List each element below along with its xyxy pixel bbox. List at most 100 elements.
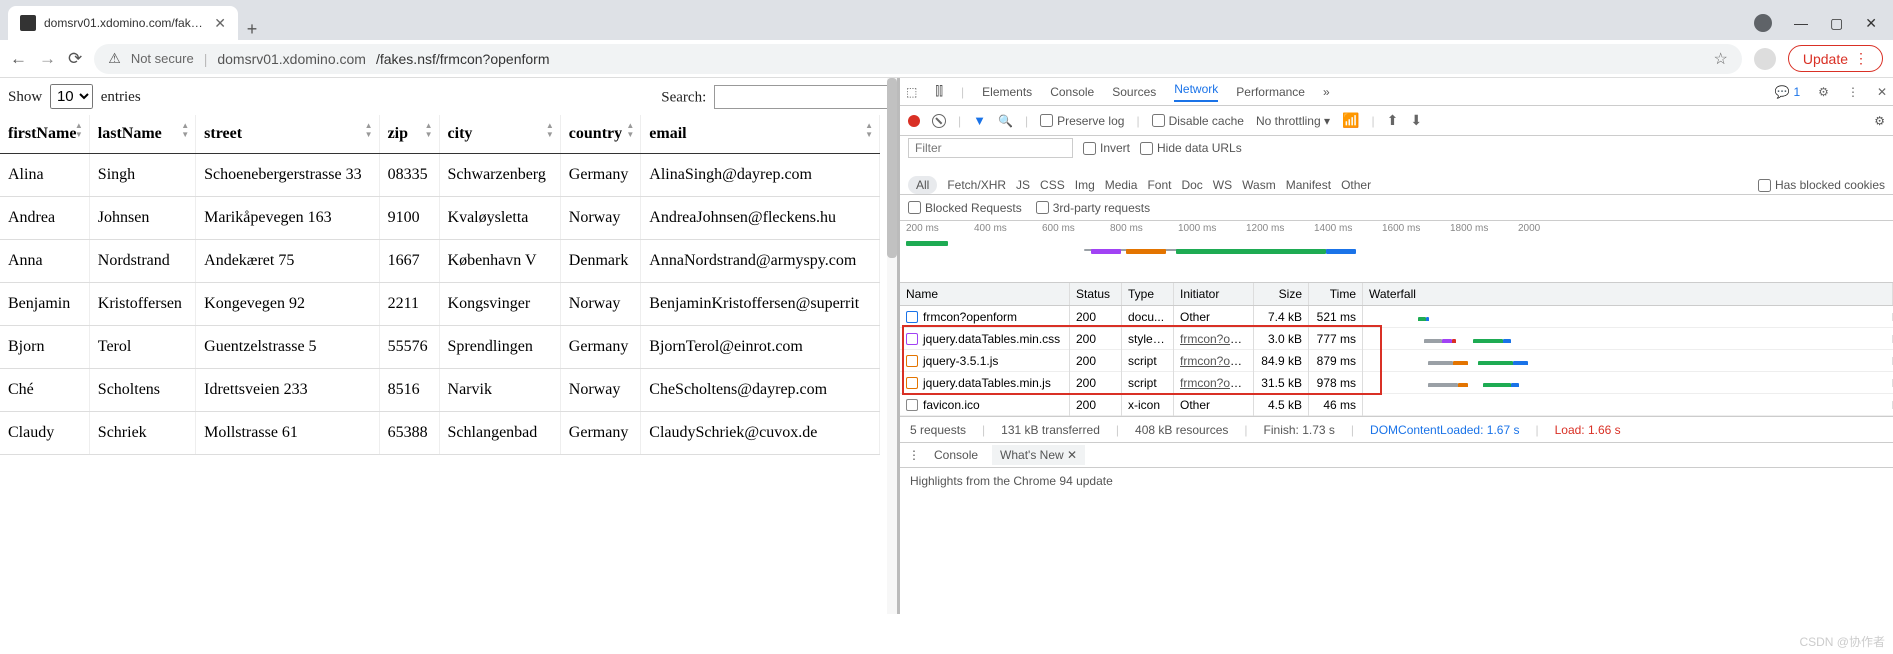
filter-manifest[interactable]: Manifest bbox=[1286, 178, 1331, 192]
settings-icon[interactable]: ⚙ bbox=[1818, 85, 1829, 99]
drawer-tab-console[interactable]: Console bbox=[934, 448, 978, 462]
column-email[interactable]: email bbox=[641, 115, 880, 154]
column-firstName[interactable]: firstName bbox=[0, 115, 89, 154]
messages-badge[interactable]: 💬 1 bbox=[1775, 85, 1801, 99]
tab-performance[interactable]: Performance bbox=[1236, 85, 1305, 99]
tab-sources[interactable]: Sources bbox=[1112, 85, 1156, 99]
network-table-header: Name Status Type Initiator Size Time Wat… bbox=[900, 283, 1893, 306]
address-bar: ← → ⟳ ⚠ Not secure | domsrv01.xdomino.co… bbox=[0, 40, 1893, 78]
browser-tab[interactable]: domsrv01.xdomino.com/fakes.ns ✕ bbox=[8, 6, 238, 40]
table-row: AndreaJohnsenMarikåpevegen 1639100Kvaløy… bbox=[0, 197, 880, 240]
table-row: BenjaminKristoffersenKongevegen 922211Ko… bbox=[0, 283, 880, 326]
table-row: ClaudySchriekMollstrasse 6165388Schlange… bbox=[0, 412, 880, 455]
filter-input[interactable] bbox=[908, 138, 1073, 158]
kebab-icon[interactable]: ⋮ bbox=[1847, 85, 1859, 99]
drawer-tab-whatsnew[interactable]: What's New ✕ bbox=[992, 445, 1085, 465]
profile-icon[interactable] bbox=[1754, 48, 1776, 70]
invert-checkbox[interactable]: Invert bbox=[1083, 141, 1130, 155]
record-icon[interactable] bbox=[908, 115, 920, 127]
page-scrollbar[interactable] bbox=[887, 78, 897, 614]
insecure-label: Not secure bbox=[131, 51, 194, 66]
filter-js[interactable]: JS bbox=[1016, 178, 1030, 192]
more-icon: ⋮ bbox=[1854, 50, 1868, 67]
devtools-panel: ⬚ ⫿⫿ | Elements Console Sources Network … bbox=[897, 78, 1893, 614]
blocked-requests-checkbox[interactable]: Blocked Requests bbox=[908, 201, 1022, 215]
column-street[interactable]: street bbox=[196, 115, 379, 154]
search-input[interactable] bbox=[714, 85, 889, 109]
clear-icon[interactable] bbox=[932, 114, 946, 128]
table-row: AlinaSinghSchoenebergerstrasse 3308335Sc… bbox=[0, 154, 880, 197]
offline-icon[interactable]: 📶 bbox=[1342, 112, 1359, 129]
tab-close-icon[interactable]: ✕ bbox=[214, 15, 226, 32]
filter-bar: Invert Hide data URLs All Fetch/XHR JS CSS I… bbox=[900, 136, 1893, 195]
filter-other[interactable]: Other bbox=[1341, 178, 1371, 192]
entries-select[interactable]: 10 bbox=[50, 84, 93, 109]
network-row[interactable]: jquery.dataTables.min.css200styles...frm… bbox=[900, 328, 1893, 350]
page-content: Show 10 entries Search: firstNamelastNam… bbox=[0, 78, 897, 614]
bookmark-icon[interactable]: ☆ bbox=[1714, 49, 1728, 69]
new-tab-button[interactable]: + bbox=[238, 19, 266, 40]
devtools-close-icon[interactable]: ✕ bbox=[1877, 85, 1887, 99]
filter-wasm[interactable]: Wasm bbox=[1242, 178, 1276, 192]
filter-fetch/xhr[interactable]: Fetch/XHR bbox=[947, 178, 1006, 192]
filter-ws[interactable]: WS bbox=[1213, 178, 1232, 192]
device-icon[interactable]: ⫿⫿ bbox=[935, 84, 943, 99]
column-zip[interactable]: zip bbox=[379, 115, 439, 154]
url-path: /fakes.nsf/frmcon?openform bbox=[376, 51, 550, 67]
forward-icon: → bbox=[39, 49, 56, 69]
filter-doc[interactable]: Doc bbox=[1181, 178, 1202, 192]
timeline-overview[interactable]: 200 ms400 ms600 ms800 ms1000 ms1200 ms14… bbox=[900, 221, 1893, 283]
table-row: AnnaNordstrandAndekæret 751667København … bbox=[0, 240, 880, 283]
network-row[interactable]: favicon.ico200x-iconOther4.5 kB46 ms bbox=[900, 394, 1893, 416]
filter-icon[interactable]: ▼ bbox=[973, 113, 986, 128]
tab-elements[interactable]: Elements bbox=[982, 85, 1032, 99]
back-icon[interactable]: ← bbox=[10, 49, 27, 69]
tab-favicon bbox=[20, 15, 36, 31]
network-row[interactable]: frmcon?openform200docu...Other7.4 kB521 … bbox=[900, 306, 1893, 328]
drawer-tabs: ⋮ Console What's New ✕ bbox=[900, 442, 1893, 468]
network-row[interactable]: jquery-3.5.1.js200scriptfrmcon?ope...84.… bbox=[900, 350, 1893, 372]
column-country[interactable]: country bbox=[560, 115, 640, 154]
update-button[interactable]: Update ⋮ bbox=[1788, 45, 1883, 72]
thirdparty-checkbox[interactable]: 3rd-party requests bbox=[1036, 201, 1150, 215]
throttling-select[interactable]: No throttling ▾ bbox=[1256, 114, 1330, 128]
data-table: firstNamelastNamestreetzipcitycountryema… bbox=[0, 115, 880, 455]
inspect-icon[interactable]: ⬚ bbox=[906, 85, 917, 99]
filter-font[interactable]: Font bbox=[1147, 178, 1171, 192]
network-toolbar: | ▼ 🔍 | Preserve log | Disable cache No … bbox=[900, 106, 1893, 136]
window-controls: — ▢ ✕ bbox=[1754, 14, 1893, 40]
search-net-icon[interactable]: 🔍 bbox=[998, 114, 1013, 128]
filter-media[interactable]: Media bbox=[1105, 178, 1138, 192]
url-field[interactable]: ⚠ Not secure | domsrv01.xdomino.com/fake… bbox=[94, 44, 1742, 74]
filter-css[interactable]: CSS bbox=[1040, 178, 1065, 192]
drawer-menu-icon[interactable]: ⋮ bbox=[908, 448, 920, 462]
close-window-icon[interactable]: ✕ bbox=[1865, 15, 1877, 32]
browser-tab-strip: domsrv01.xdomino.com/fakes.ns ✕ + — ▢ ✕ bbox=[0, 0, 1893, 40]
devtools-tabs: ⬚ ⫿⫿ | Elements Console Sources Network … bbox=[900, 78, 1893, 106]
column-city[interactable]: city bbox=[439, 115, 560, 154]
search-control: Search: bbox=[661, 85, 889, 109]
network-row[interactable]: jquery.dataTables.min.js200scriptfrmcon?… bbox=[900, 372, 1893, 394]
download-icon[interactable]: ⬇ bbox=[1410, 112, 1422, 129]
tab-console[interactable]: Console bbox=[1050, 85, 1094, 99]
has-blocked-checkbox[interactable]: Has blocked cookies bbox=[1758, 178, 1885, 192]
upload-icon[interactable]: ⬆ bbox=[1387, 112, 1399, 129]
incognito-icon bbox=[1754, 14, 1772, 32]
table-row: ChéScholtensIdrettsveien 2338516NarvikNo… bbox=[0, 369, 880, 412]
more-tabs-icon[interactable]: » bbox=[1323, 85, 1330, 99]
watermark: CSDN @协作者 bbox=[1799, 633, 1885, 650]
disable-cache-checkbox[interactable]: Disable cache bbox=[1152, 114, 1244, 128]
tab-network[interactable]: Network bbox=[1174, 82, 1218, 102]
maximize-icon[interactable]: ▢ bbox=[1830, 15, 1843, 32]
reload-icon[interactable]: ⟳ bbox=[68, 49, 82, 69]
url-host: domsrv01.xdomino.com bbox=[217, 51, 366, 67]
minimize-icon[interactable]: — bbox=[1794, 15, 1808, 31]
tab-title: domsrv01.xdomino.com/fakes.ns bbox=[44, 16, 206, 30]
column-lastName[interactable]: lastName bbox=[89, 115, 195, 154]
preserve-log-checkbox[interactable]: Preserve log bbox=[1040, 114, 1124, 128]
network-settings-icon[interactable]: ⚙ bbox=[1874, 114, 1885, 128]
hide-dataurls-checkbox[interactable]: Hide data URLs bbox=[1140, 141, 1242, 155]
filter-all[interactable]: All bbox=[908, 176, 937, 194]
drawer-content: Highlights from the Chrome 94 update bbox=[900, 468, 1893, 494]
filter-img[interactable]: Img bbox=[1075, 178, 1095, 192]
